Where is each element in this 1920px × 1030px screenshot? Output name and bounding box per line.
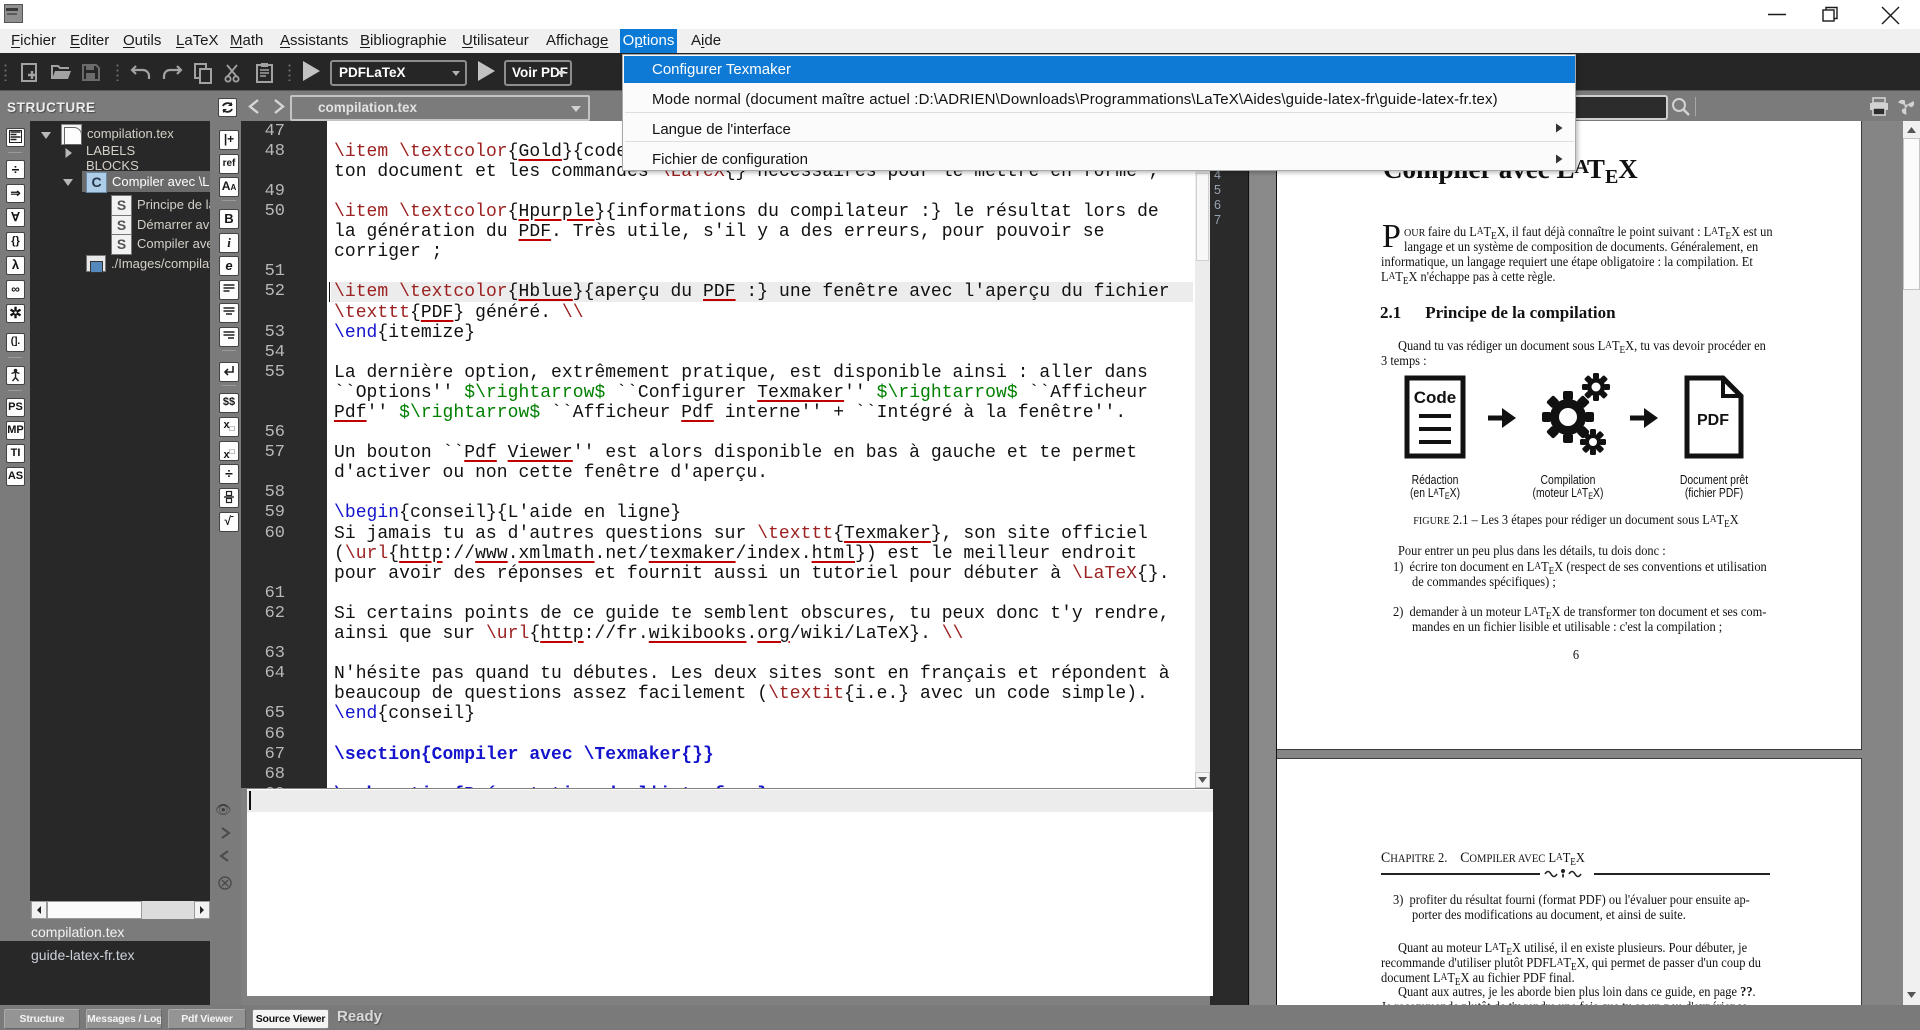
svg-text:Code: Code bbox=[1414, 388, 1457, 407]
svg-text:PDF: PDF bbox=[1697, 412, 1729, 429]
